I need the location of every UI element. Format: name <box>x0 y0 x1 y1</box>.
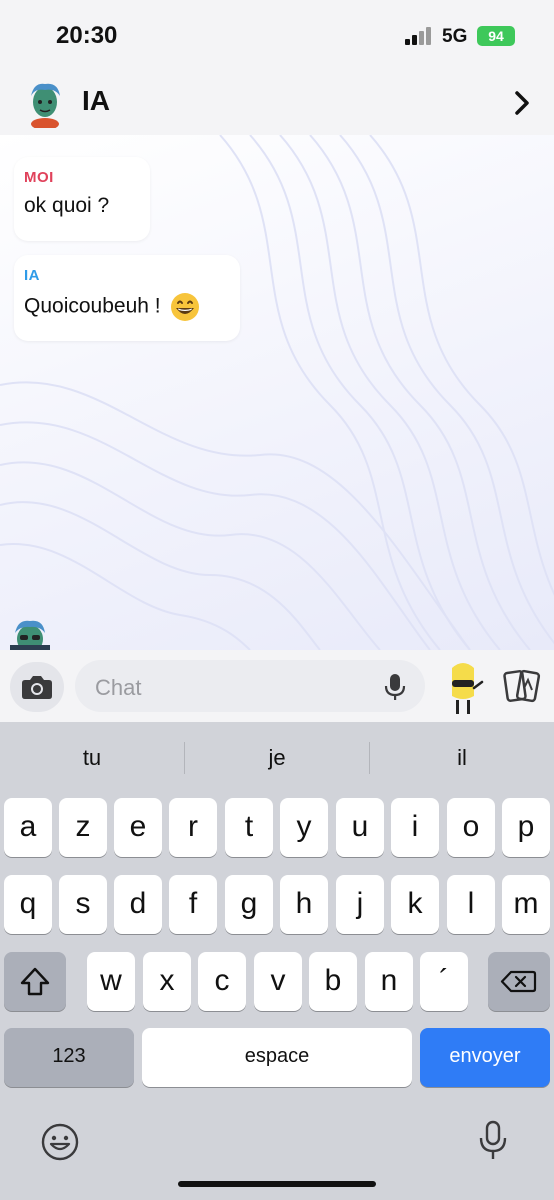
camera-button[interactable] <box>10 662 64 712</box>
key-t[interactable]: t <box>225 798 273 857</box>
cards-icon[interactable] <box>500 666 542 706</box>
numbers-key[interactable]: 123 <box>4 1028 134 1087</box>
microphone-icon[interactable] <box>381 672 409 702</box>
key-f[interactable]: f <box>169 875 217 934</box>
key-p[interactable]: p <box>502 798 550 857</box>
message-text-row: Quoicoubeuh ! <box>24 292 230 322</box>
key-m[interactable]: m <box>502 875 550 934</box>
grinning-face-emoji-icon <box>171 293 200 321</box>
bitmoji-avatar-icon[interactable] <box>22 78 68 128</box>
message-text: ok quoi ? <box>24 194 110 217</box>
key-a[interactable]: a <box>4 798 52 857</box>
message-sender: MOI <box>24 169 54 186</box>
key-y[interactable]: y <box>280 798 328 857</box>
message-text: Quoicoubeuh ! <box>24 294 161 318</box>
key-o[interactable]: o <box>447 798 495 857</box>
key-b[interactable]: b <box>309 952 357 1011</box>
key-accent[interactable]: ´ <box>420 952 468 1011</box>
key-x[interactable]: x <box>143 952 191 1011</box>
key-e[interactable]: e <box>114 798 162 857</box>
home-indicator <box>178 1181 376 1187</box>
key-w[interactable]: w <box>87 952 135 1011</box>
chat-header: IA <box>0 70 554 135</box>
backspace-icon <box>500 970 537 993</box>
chat-input[interactable]: Chat <box>75 660 425 712</box>
chat-area[interactable]: MOI ok quoi ? IA Quoicoubeuh ! <box>0 135 554 650</box>
key-i[interactable]: i <box>391 798 439 857</box>
key-k[interactable]: k <box>391 875 439 934</box>
signal-icon <box>405 27 435 45</box>
suggestion-item[interactable]: il <box>370 722 554 794</box>
suggestion-item[interactable]: tu <box>0 722 184 794</box>
key-c[interactable]: c <box>198 952 246 1011</box>
suggestion-bar: tu je il <box>0 722 554 794</box>
key-n[interactable]: n <box>365 952 413 1011</box>
send-key[interactable]: envoyer <box>420 1028 550 1087</box>
status-time: 20:30 <box>56 22 118 49</box>
chat-title: IA <box>82 85 110 116</box>
chat-placeholder: Chat <box>95 675 142 700</box>
message-bubble[interactable]: MOI ok quoi ? <box>14 157 150 241</box>
key-j[interactable]: j <box>336 875 384 934</box>
message-sender: IA <box>24 267 40 284</box>
message-bubble[interactable]: IA Quoicoubeuh ! <box>14 255 240 341</box>
key-g[interactable]: g <box>225 875 273 934</box>
key-h[interactable]: h <box>280 875 328 934</box>
key-l[interactable]: l <box>447 875 495 934</box>
status-bar: 20:30 5G 94 <box>0 0 554 70</box>
battery-level: 94 <box>488 28 504 44</box>
space-key[interactable]: espace <box>142 1028 412 1087</box>
delete-key[interactable] <box>488 952 550 1011</box>
battery-indicator: 94 <box>477 26 515 46</box>
dictation-microphone-icon[interactable] <box>478 1120 508 1162</box>
camera-icon <box>22 676 52 699</box>
key-d[interactable]: d <box>114 875 162 934</box>
key-v[interactable]: v <box>254 952 302 1011</box>
key-r[interactable]: r <box>169 798 217 857</box>
shift-icon <box>20 967 50 996</box>
suggestion-item[interactable]: je <box>185 722 369 794</box>
key-u[interactable]: u <box>336 798 384 857</box>
bitmoji-typing-avatar-icon <box>10 620 50 650</box>
emoji-keyboard-icon[interactable] <box>40 1122 80 1162</box>
key-s[interactable]: s <box>59 875 107 934</box>
shift-key[interactable] <box>4 952 66 1011</box>
keyboard: tu je il a z e r t y u i o p q s d f g h… <box>0 722 554 1200</box>
key-q[interactable]: q <box>4 875 52 934</box>
network-label: 5G <box>442 26 468 47</box>
key-z[interactable]: z <box>59 798 107 857</box>
bitmoji-icon[interactable] <box>442 660 484 716</box>
chevron-right-icon[interactable] <box>505 86 539 120</box>
chat-input-bar: Chat <box>0 650 554 722</box>
